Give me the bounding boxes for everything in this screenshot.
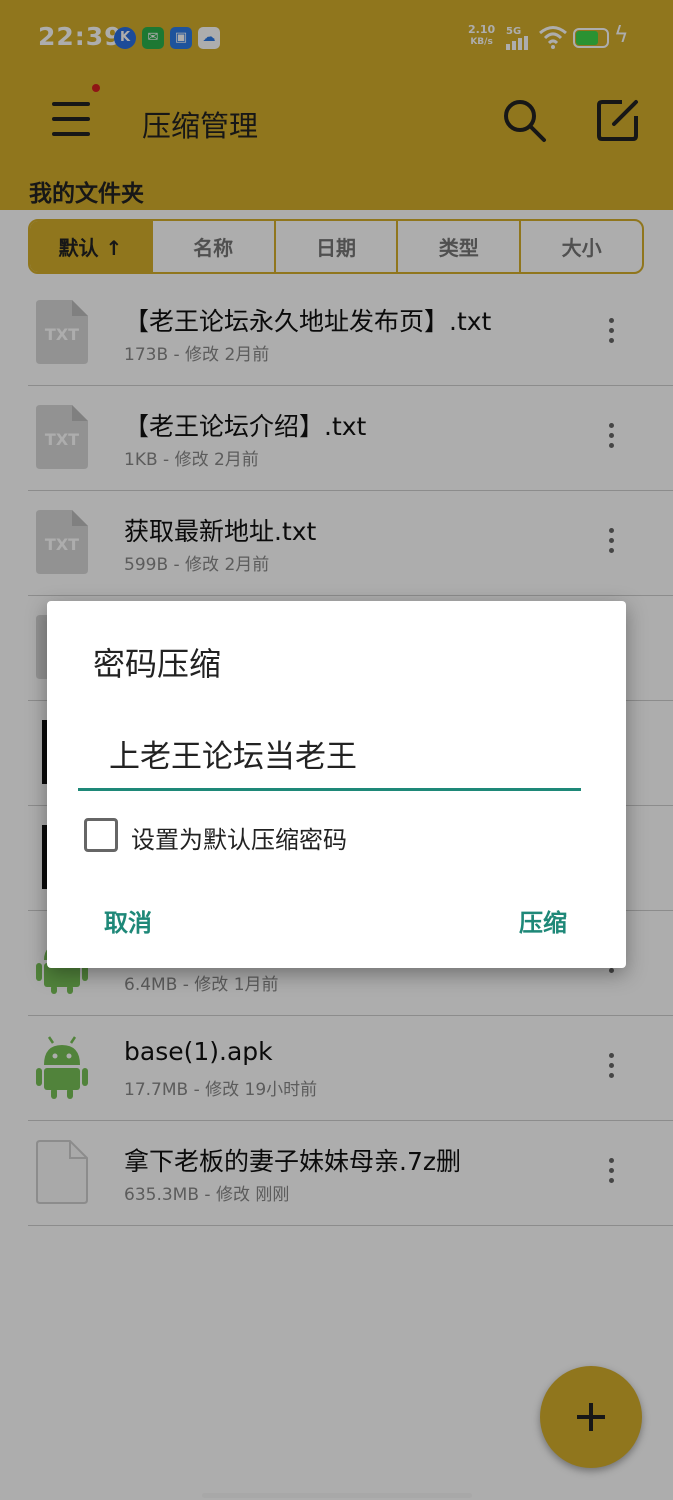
password-compress-dialog: 密码压缩 设置为默认压缩密码 取消 压缩 [47, 601, 626, 968]
home-indicator[interactable] [202, 1493, 472, 1498]
cancel-button[interactable]: 取消 [104, 903, 152, 938]
compress-button[interactable]: 压缩 [519, 903, 567, 938]
dialog-title: 密码压缩 [93, 645, 222, 683]
default-password-label[interactable]: 设置为默认压缩密码 [131, 820, 347, 855]
password-input[interactable] [78, 719, 581, 791]
default-password-checkbox[interactable] [84, 818, 118, 852]
